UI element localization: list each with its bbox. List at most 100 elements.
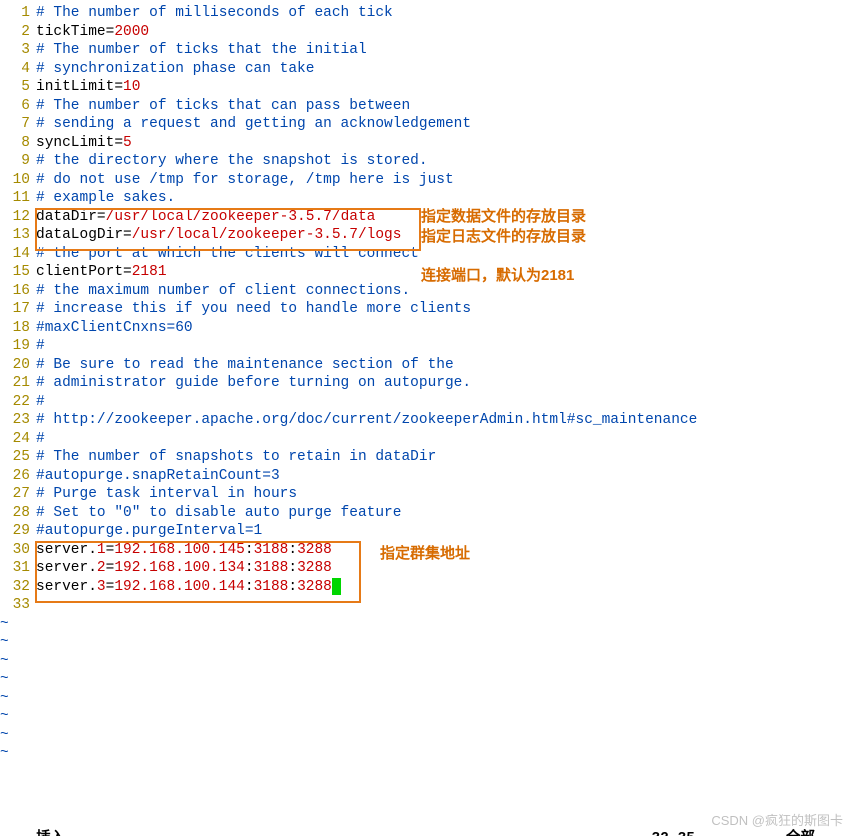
code-line[interactable]: 11# example sakes. <box>0 189 855 208</box>
code-line[interactable]: 2tickTime=2000 <box>0 23 855 42</box>
line-number: 33 <box>0 596 36 615</box>
line-number: 8 <box>0 134 36 153</box>
code-content[interactable]: #autopurge.purgeInterval=1 <box>36 522 855 541</box>
code-line[interactable]: 26#autopurge.snapRetainCount=3 <box>0 467 855 486</box>
line-number: 31 <box>0 559 36 578</box>
code-line[interactable]: 1# The number of milliseconds of each ti… <box>0 4 855 23</box>
code-content[interactable]: # increase this if you need to handle mo… <box>36 300 855 319</box>
line-number: 30 <box>0 541 36 560</box>
code-line[interactable]: 6# The number of ticks that can pass bet… <box>0 97 855 116</box>
code-line[interactable]: 22# <box>0 393 855 412</box>
line-number: 25 <box>0 448 36 467</box>
annotation-servers: 指定群集地址 <box>380 545 470 564</box>
code-content[interactable]: initLimit=10 <box>36 78 855 97</box>
line-number: 6 <box>0 97 36 116</box>
code-content[interactable]: # The number of snapshots to retain in d… <box>36 448 855 467</box>
line-number: 4 <box>0 60 36 79</box>
code-content[interactable]: # example sakes. <box>36 189 855 208</box>
cursor <box>332 578 341 595</box>
line-number: 11 <box>0 189 36 208</box>
code-line[interactable]: 25# The number of snapshots to retain in… <box>0 448 855 467</box>
line-number: 10 <box>0 171 36 190</box>
empty-line-tilde: ~ <box>0 707 855 726</box>
code-line[interactable]: 20# Be sure to read the maintenance sect… <box>0 356 855 375</box>
code-content[interactable]: syncLimit=5 <box>36 134 855 153</box>
code-content[interactable]: # <box>36 430 855 449</box>
code-content[interactable]: # http://zookeeper.apache.org/doc/curren… <box>36 411 855 430</box>
line-number: 23 <box>0 411 36 430</box>
annotation-log-dir: 指定日志文件的存放目录 <box>421 228 586 247</box>
code-content[interactable]: # the directory where the snapshot is st… <box>36 152 855 171</box>
code-line[interactable]: 9# the directory where the snapshot is s… <box>0 152 855 171</box>
code-line[interactable]: 32server.3=192.168.100.144:3188:3288 <box>0 578 855 597</box>
code-content[interactable]: # administrator guide before turning on … <box>36 374 855 393</box>
empty-line-tilde: ~ <box>0 633 855 652</box>
code-line[interactable]: 17# increase this if you need to handle … <box>0 300 855 319</box>
code-line[interactable]: 33 <box>0 596 855 615</box>
line-number: 16 <box>0 282 36 301</box>
status-mode: -- 插入 -- <box>10 830 91 836</box>
code-line[interactable]: 23# http://zookeeper.apache.org/doc/curr… <box>0 411 855 430</box>
empty-line-tilde: ~ <box>0 652 855 671</box>
line-number: 15 <box>0 263 36 282</box>
line-number: 24 <box>0 430 36 449</box>
code-content[interactable]: # synchronization phase can take <box>36 60 855 79</box>
code-content[interactable]: # The number of ticks that can pass betw… <box>36 97 855 116</box>
line-number: 7 <box>0 115 36 134</box>
status-scroll: 全部 <box>786 830 815 836</box>
code-content[interactable]: # sending a request and getting an ackno… <box>36 115 855 134</box>
code-line[interactable]: 19# <box>0 337 855 356</box>
empty-line-tilde: ~ <box>0 615 855 634</box>
line-number: 13 <box>0 226 36 245</box>
line-number: 20 <box>0 356 36 375</box>
code-line[interactable]: 5initLimit=10 <box>0 78 855 97</box>
code-content[interactable]: #autopurge.snapRetainCount=3 <box>36 467 855 486</box>
empty-line-tilde: ~ <box>0 689 855 708</box>
line-number: 32 <box>0 578 36 597</box>
code-content[interactable]: # Set to "0" to disable auto purge featu… <box>36 504 855 523</box>
line-number: 28 <box>0 504 36 523</box>
empty-line-tilde: ~ <box>0 670 855 689</box>
line-number: 26 <box>0 467 36 486</box>
code-line[interactable]: 18#maxClientCnxns=60 <box>0 319 855 338</box>
code-content[interactable]: tickTime=2000 <box>36 23 855 42</box>
code-content[interactable]: # The number of ticks that the initial <box>36 41 855 60</box>
watermark: CSDN @疯狂的斯图卡 <box>711 812 843 831</box>
code-line[interactable]: 3# The number of ticks that the initial <box>0 41 855 60</box>
code-content[interactable]: server.3=192.168.100.144:3188:3288 <box>36 578 855 597</box>
code-line[interactable]: 14# the port at which the clients will c… <box>0 245 855 264</box>
code-content[interactable] <box>36 596 855 615</box>
code-content[interactable]: # The number of milliseconds of each tic… <box>36 4 855 23</box>
empty-line-tilde: ~ <box>0 726 855 745</box>
line-number: 5 <box>0 78 36 97</box>
code-content[interactable]: #maxClientCnxns=60 <box>36 319 855 338</box>
code-line[interactable]: 7# sending a request and getting an ackn… <box>0 115 855 134</box>
code-line[interactable]: 27# Purge task interval in hours <box>0 485 855 504</box>
code-line[interactable]: 29#autopurge.purgeInterval=1 <box>0 522 855 541</box>
code-line[interactable]: 10# do not use /tmp for storage, /tmp he… <box>0 171 855 190</box>
line-number: 29 <box>0 522 36 541</box>
code-content[interactable]: # Be sure to read the maintenance sectio… <box>36 356 855 375</box>
code-content[interactable]: # do not use /tmp for storage, /tmp here… <box>36 171 855 190</box>
code-content[interactable]: # the port at which the clients will con… <box>36 245 855 264</box>
code-line[interactable]: 21# administrator guide before turning o… <box>0 374 855 393</box>
annotation-data-dir: 指定数据文件的存放目录 <box>421 208 586 227</box>
code-line[interactable]: 4# synchronization phase can take <box>0 60 855 79</box>
line-number: 12 <box>0 208 36 227</box>
code-content[interactable]: # <box>36 337 855 356</box>
code-content[interactable]: # Purge task interval in hours <box>36 485 855 504</box>
line-number: 18 <box>0 319 36 338</box>
line-number: 14 <box>0 245 36 264</box>
line-number: 27 <box>0 485 36 504</box>
code-line[interactable]: 28# Set to "0" to disable auto purge fea… <box>0 504 855 523</box>
line-number: 19 <box>0 337 36 356</box>
empty-line-tilde: ~ <box>0 744 855 763</box>
code-line[interactable]: 24# <box>0 430 855 449</box>
line-number: 17 <box>0 300 36 319</box>
annotation-client-port: 连接端口，默认为2181 <box>421 267 574 286</box>
code-content[interactable]: # <box>36 393 855 412</box>
line-number: 1 <box>0 4 36 23</box>
line-number: 2 <box>0 23 36 42</box>
code-line[interactable]: 8syncLimit=5 <box>0 134 855 153</box>
code-editor[interactable]: 1# The number of milliseconds of each ti… <box>0 0 855 763</box>
